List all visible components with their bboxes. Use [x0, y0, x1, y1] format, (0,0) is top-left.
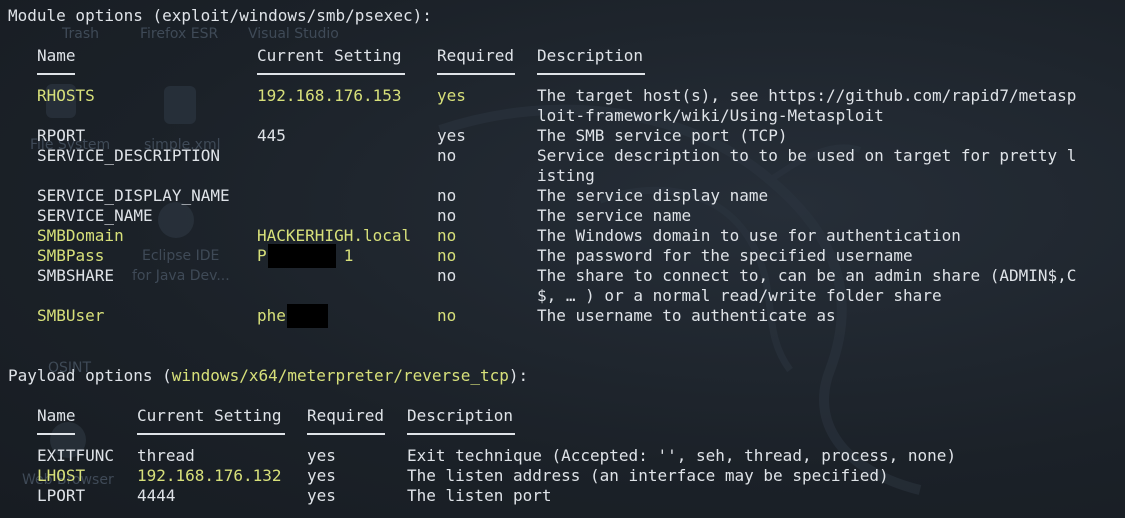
row-required: no — [437, 246, 457, 265]
row-description: The SMB service port (TCP) — [537, 126, 788, 145]
row-description: The username to authenticate as — [537, 306, 836, 325]
row-description: Service description to to be used on tar… — [537, 146, 1077, 165]
row-description: The service name — [537, 206, 692, 225]
row-description: The listen port — [407, 486, 552, 505]
row-required: no — [437, 226, 457, 245]
module-col-setting: Current Setting — [257, 46, 402, 65]
payload-col-name-underline — [37, 433, 75, 435]
row-required: no — [437, 186, 457, 205]
payload-col-setting: Current Setting — [137, 406, 282, 425]
row-name: SMBSHARE — [37, 266, 115, 285]
row-setting: 192.168.176.153 — [257, 86, 402, 105]
redaction-box — [287, 304, 328, 328]
payload-col-description-underline — [407, 433, 515, 435]
row-required: yes — [437, 86, 466, 105]
row-setting: 192.168.176.132 — [137, 466, 282, 485]
row-setting: HACKERHIGH.local — [257, 226, 412, 245]
module-col-required: Required — [437, 46, 515, 65]
row-required: no — [437, 306, 457, 325]
row-description-cont: isting — [537, 166, 595, 185]
redaction-box — [268, 244, 336, 268]
row-setting: thread — [137, 446, 195, 465]
row-required: yes — [307, 446, 336, 465]
row-description-cont: loit-framework/wiki/Using-Metasploit — [537, 106, 884, 125]
module-col-description-underline — [537, 73, 645, 75]
module-col-name-underline — [37, 73, 75, 75]
row-description: Exit technique (Accepted: '', seh, threa… — [407, 446, 957, 465]
module-col-name: Name — [37, 46, 76, 65]
payload-col-setting-underline — [137, 433, 285, 435]
payload-col-description: Description — [407, 406, 513, 425]
row-required: yes — [307, 486, 336, 505]
row-name: RHOSTS — [37, 86, 95, 105]
row-required: no — [437, 146, 457, 165]
row-description: The service display name — [537, 186, 769, 205]
row-setting: 4444 — [137, 486, 176, 505]
row-name: SMBDomain — [37, 226, 124, 245]
row-description: The listen address (an interface may be … — [407, 466, 889, 485]
row-required: no — [437, 206, 457, 225]
module-col-setting-underline — [257, 73, 405, 75]
payload-col-required-underline — [307, 433, 385, 435]
row-description: The password for the specified username — [537, 246, 913, 265]
module-options-header: Module options (exploit/windows/smb/psex… — [8, 6, 432, 25]
row-required: no — [437, 266, 457, 285]
row-name: SERVICE_NAME — [37, 206, 153, 225]
row-name: SMBPass — [37, 246, 105, 265]
row-name: LPORT — [37, 486, 86, 505]
row-setting: phe — [257, 306, 286, 325]
row-name: EXITFUNC — [37, 446, 115, 465]
row-name: SERVICE_DESCRIPTION — [37, 146, 221, 165]
row-description: The share to connect to, can be an admin… — [537, 266, 1077, 285]
payload-col-required: Required — [307, 406, 385, 425]
row-name: SERVICE_DISPLAY_NAME — [37, 186, 230, 205]
row-description: The target host(s), see https://github.c… — [537, 86, 1077, 105]
row-name: LHOST — [37, 466, 86, 485]
payload-options-header: Payload options (windows/x64/meterpreter… — [8, 366, 529, 385]
terminal-window[interactable]: Module options (exploit/windows/smb/psex… — [0, 0, 1125, 518]
row-name: SMBUser — [37, 306, 105, 325]
module-col-required-underline — [437, 73, 515, 75]
row-description-cont: $, … ) or a normal read/write folder sha… — [537, 286, 942, 305]
row-name: RPORT — [37, 126, 86, 145]
row-required: yes — [437, 126, 466, 145]
module-col-description: Description — [537, 46, 643, 65]
row-description: The Windows domain to use for authentica… — [537, 226, 961, 245]
payload-col-name: Name — [37, 406, 76, 425]
row-setting: 445 — [257, 126, 286, 145]
row-required: yes — [307, 466, 336, 485]
